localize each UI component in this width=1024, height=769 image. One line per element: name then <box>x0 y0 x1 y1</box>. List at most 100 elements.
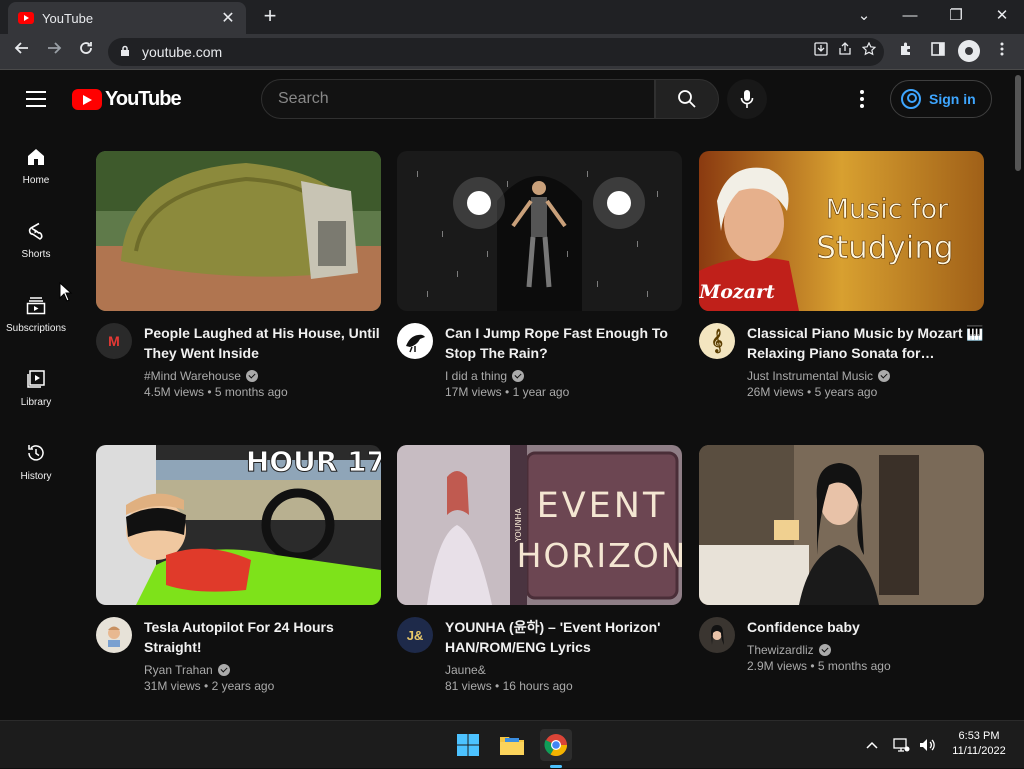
search-input[interactable] <box>261 79 655 119</box>
upload-age: 5 years ago <box>814 385 878 399</box>
channel-name[interactable]: Ryan Trahan <box>144 663 213 677</box>
clock-date: 11/11/2022 <box>952 745 1006 757</box>
forward-arrow-icon <box>48 42 62 54</box>
tab-title: YouTube <box>42 10 94 26</box>
channel-name[interactable]: Jaune& <box>445 663 486 677</box>
channel-name[interactable]: Thewizardliz <box>747 643 814 657</box>
history-icon <box>28 445 44 461</box>
chrome-taskbar-button[interactable] <box>540 729 572 761</box>
bookmark-star-icon[interactable] <box>862 42 876 56</box>
start-button[interactable] <box>452 729 484 761</box>
install-app-icon[interactable] <box>814 42 828 56</box>
hamburger-menu-icon[interactable] <box>26 91 46 107</box>
video-thumbnail[interactable] <box>96 151 381 311</box>
browser-tab[interactable]: YouTube ✕ <box>8 2 246 34</box>
sidebar-item-shorts[interactable]: Shorts <box>0 201 72 275</box>
view-count: 81 views <box>445 679 492 693</box>
video-title[interactable]: Confidence baby <box>747 617 984 637</box>
video-thumbnail[interactable] <box>397 151 682 311</box>
channel-avatar[interactable] <box>96 617 132 653</box>
video-card[interactable]: EVENT HORIZON YOUNHA J& YOUNHA (윤하) – 'E… <box>397 445 682 693</box>
kebab-menu-icon <box>1000 42 1004 56</box>
video-card[interactable]: Confidence baby Thewizardliz 2.9M views … <box>699 445 984 673</box>
settings-menu-icon[interactable] <box>850 87 874 111</box>
video-thumbnail[interactable] <box>699 445 984 605</box>
browser-menu-button[interactable] <box>990 40 1014 64</box>
minimize-button[interactable]: — <box>890 4 930 28</box>
sidebar-item-label: Shorts <box>21 249 51 260</box>
video-thumbnail[interactable]: EVENT HORIZON YOUNHA <box>397 445 682 605</box>
sign-in-button[interactable]: Sign in <box>890 80 992 118</box>
video-title[interactable]: Classical Piano Music by Mozart 🎹 Relaxi… <box>747 323 984 363</box>
windows-logo-icon <box>457 734 479 756</box>
upload-age: 16 hours ago <box>502 679 573 693</box>
close-window-button[interactable]: ✕ <box>982 4 1022 28</box>
sign-in-label: Sign in <box>929 91 976 107</box>
video-title[interactable]: YOUNHA (윤하) – 'Event Horizon' HAN/ROM/EN… <box>445 617 682 657</box>
voice-search-button[interactable] <box>727 79 767 119</box>
channel-avatar[interactable]: J& <box>397 617 433 653</box>
channel-avatar[interactable]: M <box>96 323 132 359</box>
side-panel-button[interactable] <box>926 40 950 64</box>
share-icon[interactable] <box>838 42 852 56</box>
video-card[interactable]: HOUR 17 Tesla Autopilot For 24 Hours Str… <box>96 445 381 693</box>
scrollbar-thumb[interactable] <box>1015 75 1021 171</box>
speaker-icon <box>920 739 935 751</box>
channel-name[interactable]: #Mind Warehouse <box>144 369 241 383</box>
network-icon <box>893 738 910 752</box>
video-title[interactable]: Can I Jump Rope Fast Enough To Stop The … <box>445 323 682 363</box>
video-card[interactable]: Can I Jump Rope Fast Enough To Stop The … <box>397 151 682 399</box>
channel-face-icon <box>711 625 724 645</box>
sidebar-item-library[interactable]: Library <box>0 349 72 423</box>
forward-button[interactable] <box>42 40 66 64</box>
network-status-button[interactable] <box>892 721 910 769</box>
video-stats: 17M views • 1 year ago <box>445 385 570 399</box>
reload-button[interactable] <box>74 40 98 64</box>
puzzle-icon <box>900 42 910 55</box>
channel-avatar[interactable]: 𝄞 <box>699 323 735 359</box>
video-card[interactable]: M People Laughed at His House, Until The… <box>96 151 381 399</box>
sidebar-item-history[interactable]: History <box>0 423 72 497</box>
address-bar[interactable]: youtube.com <box>108 38 884 66</box>
sidebar-item-home[interactable]: Home <box>0 127 72 201</box>
youtube-favicon-icon <box>18 12 34 24</box>
video-thumbnail[interactable]: Music for Studying Mozart <box>699 151 984 311</box>
new-tab-button[interactable]: + <box>258 5 282 29</box>
file-explorer-button[interactable] <box>496 729 528 761</box>
tab-close-button[interactable]: ✕ <box>220 8 236 28</box>
profile-avatar-button[interactable] <box>958 40 980 62</box>
video-title[interactable]: People Laughed at His House, Until They … <box>144 323 381 363</box>
browser-tab-strip: YouTube ✕ + ⌄ — ❐ ✕ <box>0 0 1024 34</box>
upload-age: 5 months ago <box>817 659 891 673</box>
system-clock[interactable]: 6:53 PM 11/11/2022 <box>942 729 1016 759</box>
page-scrollbar[interactable] <box>1012 71 1024 720</box>
volume-button[interactable] <box>918 721 936 769</box>
thumbnail-text: Mozart <box>699 281 775 303</box>
sidebar-item-label: Home <box>22 175 50 186</box>
verified-check-icon <box>878 370 891 382</box>
video-card[interactable]: Music for Studying Mozart 𝄞 Classical Pi… <box>699 151 984 399</box>
extensions-button[interactable] <box>894 40 918 64</box>
channel-avatar[interactable] <box>397 323 433 359</box>
video-thumbnail[interactable]: HOUR 17 <box>96 445 381 605</box>
youtube-logo[interactable]: YouTube <box>72 88 182 111</box>
tab-search-button[interactable]: ⌄ <box>844 4 884 28</box>
back-button[interactable] <box>10 40 34 64</box>
video-stats: 31M views • 2 years ago <box>144 679 275 693</box>
upload-age: 1 year ago <box>512 385 570 399</box>
restore-button[interactable]: ❐ <box>936 4 976 28</box>
reload-icon <box>80 42 92 54</box>
sidebar-item-label: Library <box>20 397 52 408</box>
channel-avatar[interactable] <box>699 617 735 653</box>
thumbnail-text: HORIZON <box>517 536 682 575</box>
verified-check-icon <box>818 644 831 656</box>
video-title[interactable]: Tesla Autopilot For 24 Hours Straight! <box>144 617 381 657</box>
channel-name[interactable]: Just Instrumental Music <box>747 369 873 383</box>
thumbnail-text: EVENT <box>537 486 668 526</box>
show-hidden-icons-button[interactable] <box>866 721 878 769</box>
sidebar-item-label: History <box>20 471 52 482</box>
channel-name[interactable]: I did a thing <box>445 369 507 383</box>
search-icon <box>678 90 696 108</box>
search-button[interactable] <box>655 79 719 119</box>
account-icon <box>901 89 921 109</box>
